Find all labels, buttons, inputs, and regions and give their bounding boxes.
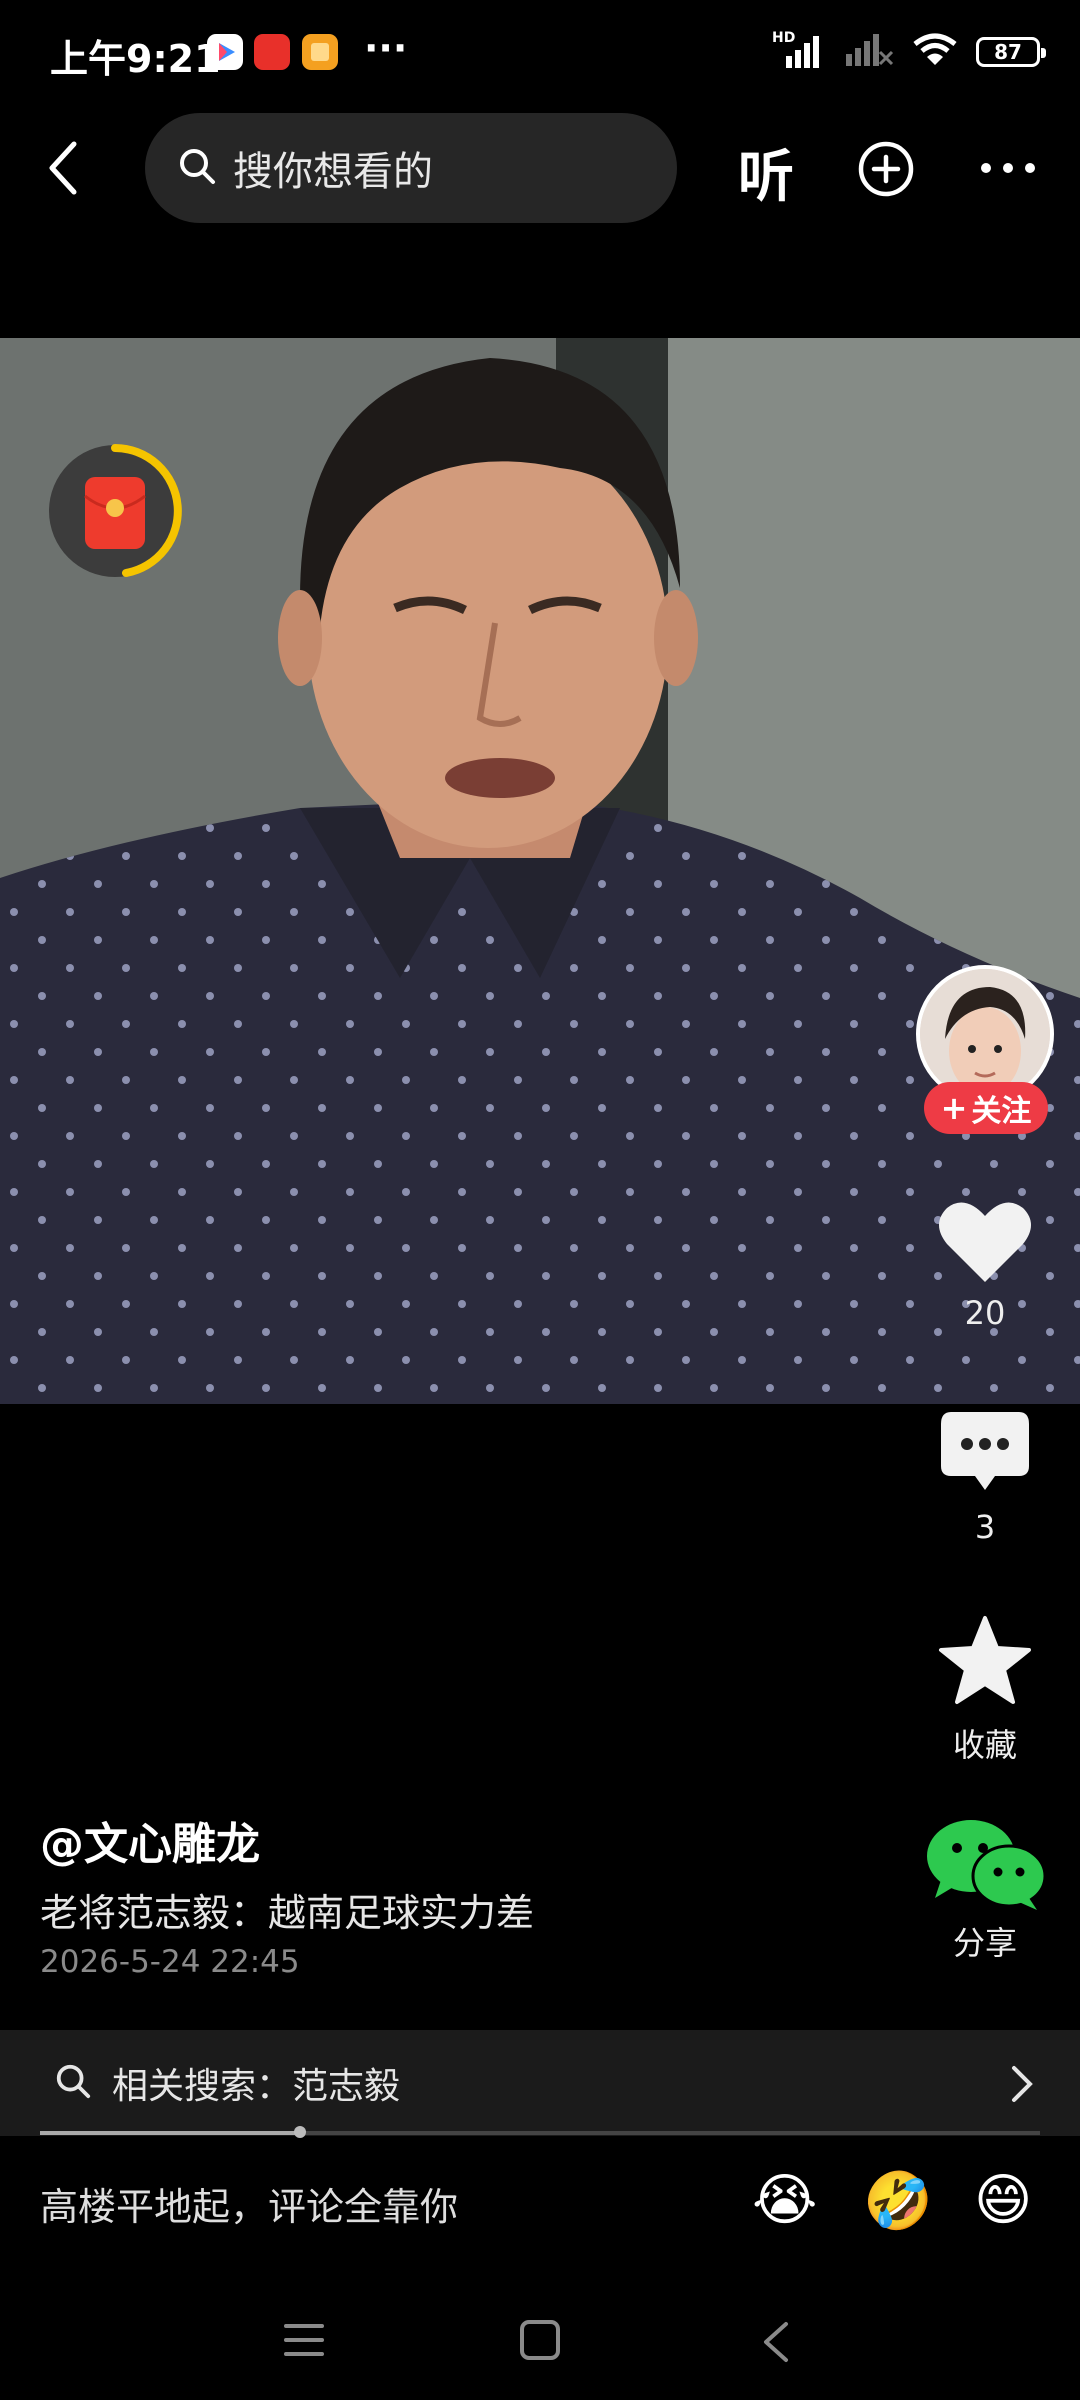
search-placeholder: 搜你想看的 xyxy=(233,149,433,195)
favorite-label: 收藏 xyxy=(952,1726,1017,1764)
star-icon xyxy=(937,1616,1033,1710)
menu-nav-icon[interactable] xyxy=(282,2320,326,2364)
favorite-button[interactable]: 收藏 xyxy=(915,1614,1055,1766)
grin-emoji-button[interactable]: 😄 xyxy=(974,2168,1032,2233)
search-icon xyxy=(54,2062,92,2104)
more-icon[interactable] xyxy=(980,160,1036,180)
red-envelope-icon[interactable] xyxy=(44,440,186,582)
like-button[interactable]: 20 xyxy=(915,1198,1055,1332)
video-progress-knob[interactable] xyxy=(294,2126,306,2138)
like-count: 20 xyxy=(964,1294,1006,1332)
crying-emoji-button[interactable]: 😭 xyxy=(752,2168,817,2233)
follow-button[interactable]: + 关注 xyxy=(924,1082,1048,1134)
comment-button[interactable]: 3 xyxy=(915,1410,1055,1546)
network-label: HD xyxy=(772,30,796,46)
back-nav-icon[interactable] xyxy=(758,2320,794,2368)
comment-icon xyxy=(939,1412,1031,1498)
plus-circle-icon[interactable] xyxy=(857,140,915,202)
chevron-right-icon xyxy=(1010,2064,1034,2108)
follow-label: 关注 xyxy=(971,1094,1032,1129)
related-search-bar[interactable]: 相关搜索：范志毅 xyxy=(0,2030,1080,2136)
heart-icon xyxy=(937,1202,1033,1288)
app-notification-icon xyxy=(254,34,290,70)
comment-input[interactable]: 高楼平地起，评论全靠你 xyxy=(40,2176,458,2231)
related-search-label: 相关搜索：范志毅 xyxy=(112,2066,401,2107)
home-nav-icon[interactable] xyxy=(518,2320,562,2364)
signal-icon: HD xyxy=(772,30,824,70)
video-caption: 老将范志毅：越南足球实力差 xyxy=(40,1891,535,1935)
share-label: 分享 xyxy=(952,1924,1017,1962)
status-indicators: HD 87 xyxy=(772,30,1046,72)
wechat-icon xyxy=(925,1820,1047,1914)
search-input[interactable]: 搜你想看的 xyxy=(145,113,677,223)
laughing-emoji-button[interactable]: 🤣 xyxy=(863,2168,933,2234)
comment-count: 3 xyxy=(974,1508,996,1546)
app-notification-icon xyxy=(302,34,338,70)
listen-button[interactable]: 听 xyxy=(738,132,794,213)
author-name[interactable]: @文心雕龙 xyxy=(40,1808,260,1872)
battery-icon: 87 xyxy=(976,37,1046,67)
video-progress-fill xyxy=(40,2131,300,2135)
signal-icon xyxy=(842,32,894,72)
wifi-icon xyxy=(912,32,958,72)
app-notification-icon xyxy=(207,34,243,70)
video-timestamp: 2026-5-24 22:45 xyxy=(40,1944,300,1980)
status-time: 上午9:21 xyxy=(50,37,221,81)
search-icon xyxy=(177,146,217,190)
share-button[interactable]: 分享 xyxy=(915,1818,1055,1964)
status-more: ··· xyxy=(364,26,408,70)
plus-icon: + xyxy=(940,1089,968,1127)
back-arrow-icon[interactable] xyxy=(44,140,84,200)
